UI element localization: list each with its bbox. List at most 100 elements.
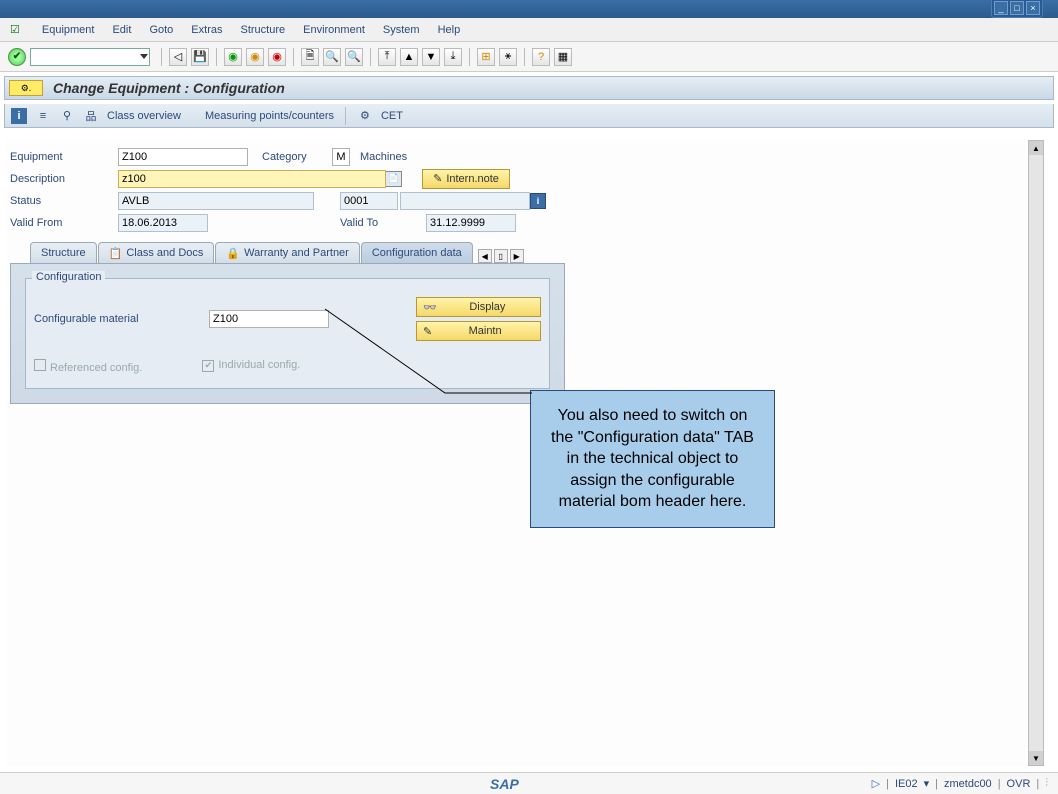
toolbar-separator	[216, 48, 217, 66]
new-session-button[interactable]: ⊞	[477, 48, 495, 66]
close-button[interactable]: ×	[1026, 1, 1040, 15]
toolbar-separator	[370, 48, 371, 66]
menu-environment[interactable]: Environment	[303, 24, 365, 36]
intern-note-label: Intern.note	[446, 173, 499, 185]
tab-warranty[interactable]: 🔒Warranty and Partner	[215, 242, 359, 263]
status-ovr: OVR	[1007, 778, 1031, 790]
status-triangle-icon[interactable]: ▷	[872, 777, 880, 790]
tab-list-button[interactable]: ▯	[494, 249, 508, 263]
prev-page-button[interactable]: ▲	[400, 48, 418, 66]
display-button-label: Display	[441, 301, 534, 313]
tab-class-docs[interactable]: 📋Class and Docs	[98, 242, 215, 263]
category-text: Machines	[360, 151, 407, 163]
cet-icon[interactable]: ⚙	[357, 108, 373, 124]
help-button[interactable]: ?	[532, 48, 550, 66]
content-area: Equipment Category Machines Description …	[6, 140, 1026, 766]
menu-edit[interactable]: Edit	[112, 24, 131, 36]
toolbar-separator	[161, 48, 162, 66]
cet-link[interactable]: CET	[381, 110, 403, 122]
app-toolbar: i ≡ ⚲ 品 Class overview Measuring points/…	[4, 104, 1054, 128]
annotation-text: You also need to switch on the "Configur…	[551, 407, 754, 510]
menu-help[interactable]: Help	[438, 24, 461, 36]
status-field	[118, 192, 314, 210]
tab-next-button[interactable]: ▶	[510, 249, 524, 263]
toolbar-separator	[345, 107, 346, 125]
equipment-field[interactable]	[118, 148, 248, 166]
lock-icon: 🔒	[226, 247, 240, 260]
display-button[interactable]: 👓 Display	[416, 297, 541, 317]
status-server: zmetdc00	[944, 778, 992, 790]
intern-note-button[interactable]: ✎ Intern.note	[422, 169, 510, 189]
command-dropdown-icon[interactable]	[140, 54, 148, 59]
minimize-button[interactable]: _	[994, 1, 1008, 15]
maximize-button[interactable]: □	[1010, 1, 1024, 15]
annotation-callout: You also need to switch on the "Configur…	[530, 390, 775, 528]
pencil-icon: ✎	[423, 325, 432, 338]
tab-pane: Configuration Configurable material 👓 Di…	[10, 263, 565, 404]
individual-config-checkbox: ✔Individual config.	[202, 359, 300, 374]
tab-prev-button[interactable]: ◀	[478, 249, 492, 263]
description-label: Description	[10, 173, 118, 185]
back-button[interactable]: ◁	[169, 48, 187, 66]
class-overview-link[interactable]: Class overview	[107, 110, 181, 122]
tab-structure[interactable]: Structure	[30, 242, 97, 263]
status-signal-icon: ⫶	[1045, 777, 1048, 790]
configuration-group: Configuration Configurable material 👓 Di…	[25, 278, 550, 389]
next-page-button[interactable]: ▼	[422, 48, 440, 66]
glasses-icon: 👓	[423, 301, 437, 314]
structure-icon[interactable]: 品	[83, 108, 99, 124]
toolbar-separator	[293, 48, 294, 66]
cancel-button[interactable]: ◉	[268, 48, 286, 66]
print-button[interactable]: 🗎	[301, 48, 319, 66]
back2-button[interactable]: ◉	[224, 48, 242, 66]
app-header: ⚙. Change Equipment : Configuration	[4, 76, 1054, 100]
category-label: Category	[262, 151, 332, 163]
status-label: Status	[10, 195, 118, 207]
status-code-field	[340, 192, 398, 210]
find-next-button[interactable]: 🔍	[345, 48, 363, 66]
exit-button[interactable]: ◉	[246, 48, 264, 66]
toolbar-separator	[469, 48, 470, 66]
status-dropdown-icon[interactable]: ▾	[924, 777, 930, 790]
scroll-up-button[interactable]: ▲	[1029, 141, 1043, 155]
menu-goto[interactable]: Goto	[149, 24, 173, 36]
statusbar: SAP ▷ | IE02 ▾ | zmetdc00 | OVR | ⫶	[0, 772, 1058, 794]
menu-structure[interactable]: Structure	[240, 24, 285, 36]
valid-to-field	[426, 214, 516, 232]
status-info-icon[interactable]: i	[530, 193, 546, 209]
layout-button[interactable]: ▦	[554, 48, 572, 66]
info-icon[interactable]: i	[11, 108, 27, 124]
configuration-group-title: Configuration	[32, 271, 105, 283]
scroll-down-button[interactable]: ▼	[1029, 751, 1043, 765]
last-page-button[interactable]: ⤓	[444, 48, 462, 66]
description-help-icon[interactable]: 📄	[386, 171, 402, 187]
category-field[interactable]	[332, 148, 350, 166]
window-controls: _ □ ×	[991, 0, 1043, 18]
menu-equipment[interactable]: Equipment	[42, 24, 95, 36]
first-page-button[interactable]: ⤒	[378, 48, 396, 66]
app-header-icon[interactable]: ⚙.	[9, 80, 43, 96]
tab-configuration-data[interactable]: Configuration data	[361, 242, 473, 263]
save-button[interactable]: 💾	[191, 48, 209, 66]
sap-logo: SAP	[490, 776, 519, 792]
enter-button[interactable]: ✔	[8, 48, 26, 66]
maintain-button[interactable]: ✎ Maintn	[416, 321, 541, 341]
shortcut-button[interactable]: ⚹	[499, 48, 517, 66]
description-field[interactable]	[118, 170, 386, 188]
command-field[interactable]	[30, 48, 150, 66]
configurable-material-field[interactable]	[209, 310, 329, 328]
menu-extras[interactable]: Extras	[191, 24, 222, 36]
measuring-link[interactable]: Measuring points/counters	[205, 110, 334, 122]
find-button[interactable]: 🔍	[323, 48, 341, 66]
vertical-scrollbar[interactable]: ▲ ▼	[1028, 140, 1044, 766]
standard-toolbar: ✔ ◁ 💾 ◉ ◉ ◉ 🗎 🔍 🔍 ⤒ ▲ ▼ ⤓ ⊞ ⚹ ? ▦	[0, 42, 1058, 72]
valid-from-label: Valid From	[10, 217, 118, 229]
list-icon[interactable]: ≡	[35, 108, 51, 124]
status-text-field	[400, 192, 530, 210]
valid-from-field	[118, 214, 208, 232]
hierarchy-icon[interactable]: ⚲	[59, 108, 75, 124]
tab-nav: ◀ ▯ ▶	[478, 249, 524, 263]
menu-system[interactable]: System	[383, 24, 420, 36]
pencil-icon: ✎	[433, 172, 442, 185]
header-form: Equipment Category Machines Description …	[6, 140, 1026, 410]
